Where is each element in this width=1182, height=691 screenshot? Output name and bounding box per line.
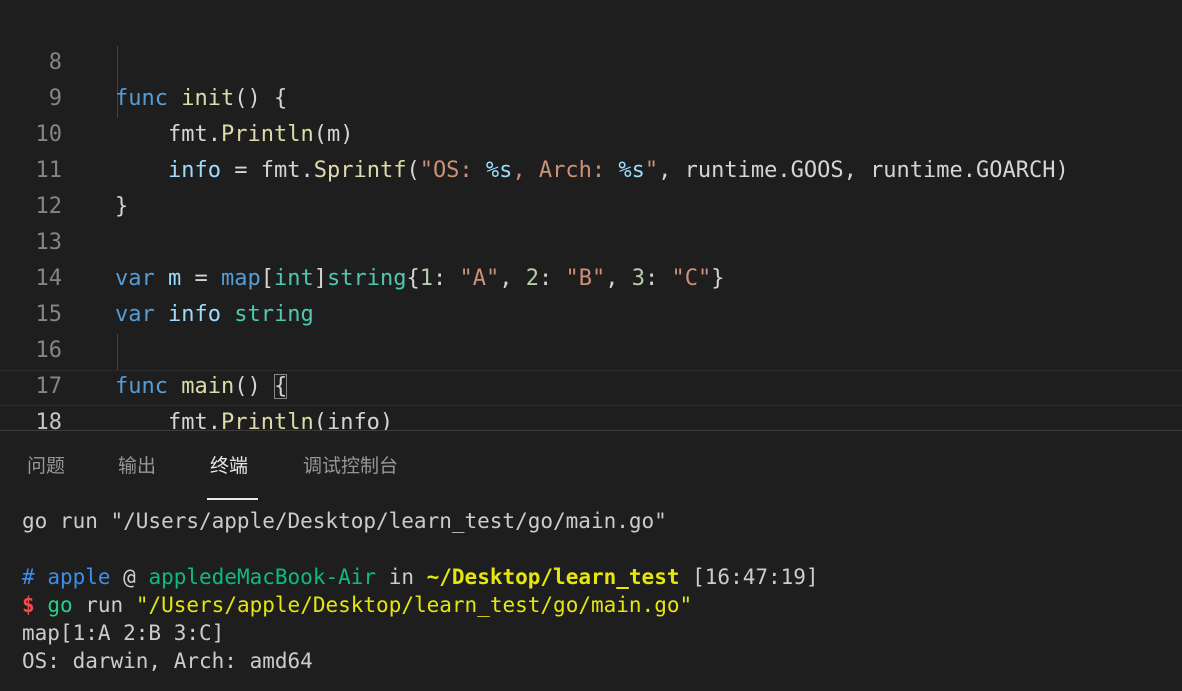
code-line[interactable]: 17 fmt.Println(info) bbox=[0, 333, 1182, 435]
tab-problems[interactable]: 问题 bbox=[27, 453, 65, 479]
code-line[interactable]: 11 } bbox=[0, 117, 1182, 219]
active-tab-indicator bbox=[207, 498, 258, 500]
tab-debug-console[interactable]: 调试控制台 bbox=[303, 453, 398, 479]
terminal-prompt-line: # apple @ appledeMacBook-Air in ~/Deskto… bbox=[22, 565, 819, 589]
code-line[interactable]: 9 fmt.Println(m) bbox=[0, 45, 1182, 147]
code-line[interactable]: 16 func main() { bbox=[0, 297, 1182, 399]
terminal-command-echo: go run "/Users/apple/Desktop/learn_test/… bbox=[22, 509, 667, 533]
code-line[interactable]: 12 bbox=[0, 153, 1182, 219]
terminal-command-line: $ go run "/Users/apple/Desktop/learn_tes… bbox=[22, 593, 693, 617]
bottom-panel: 问题 输出 终端 调试控制台 go run "/Users/apple/Desk… bbox=[0, 430, 1182, 691]
code-line[interactable]: 10 info = fmt.Sprintf("OS: %s, Arch: %s"… bbox=[0, 81, 1182, 183]
code-editor[interactable]: 8 func init() { 9 fmt.Println(m) 10 info… bbox=[0, 0, 1182, 471]
tab-output[interactable]: 输出 bbox=[118, 453, 156, 479]
terminal-output-line: map[1:A 2:B 3:C] bbox=[22, 621, 225, 645]
code-line-current[interactable]: 18 } bbox=[0, 369, 1182, 471]
code-line[interactable]: 15 bbox=[0, 261, 1182, 327]
code-line[interactable]: 8 func init() { bbox=[0, 9, 1182, 111]
code-line[interactable]: 14 var info string bbox=[0, 225, 1182, 327]
tab-terminal[interactable]: 终端 bbox=[210, 453, 248, 479]
terminal-output-line: OS: darwin, Arch: amd64 bbox=[22, 649, 313, 673]
code-line[interactable]: 13 var m = map[int]string{1: "A", 2: "B"… bbox=[0, 189, 1182, 291]
